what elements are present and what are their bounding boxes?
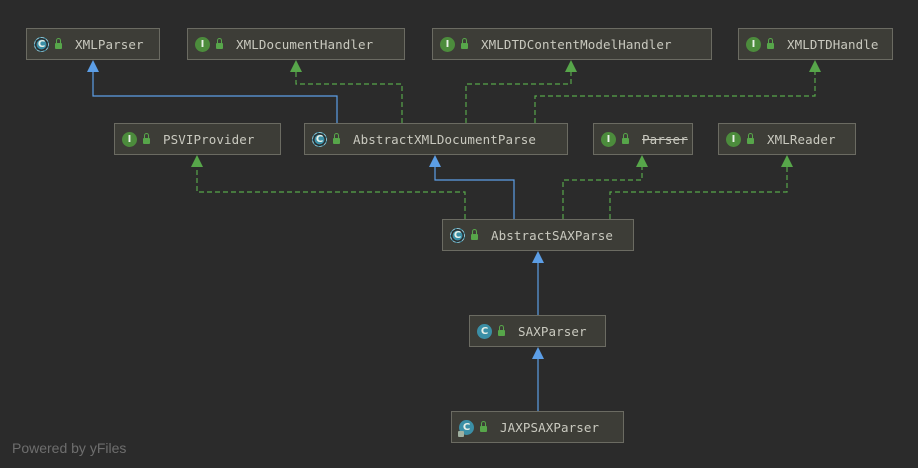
node-label: XMLReader <box>767 131 836 147</box>
edge-line <box>196 166 466 219</box>
node-xmlparser[interactable]: C XMLParser <box>26 28 160 60</box>
interface-icon: I <box>440 36 455 52</box>
edge-abstractxmldocumentparser-to-xmldtdhandler <box>534 60 821 123</box>
node-label: AbstractXMLDocumentParse <box>353 131 537 147</box>
edge-line <box>562 166 643 219</box>
arrowhead <box>429 155 441 167</box>
arrowhead <box>532 347 544 359</box>
interface-icon: I <box>726 131 741 147</box>
edge-line <box>534 71 816 123</box>
abstract-class-icon: C <box>450 227 465 243</box>
edge-saxparser-to-abstractsaxparser <box>532 251 544 315</box>
class-icon: C <box>458 419 474 437</box>
node-label: XMLDTDContentModelHandler <box>481 36 672 52</box>
node-label: XMLDocumentHandler <box>236 36 374 52</box>
node-label: AbstractSAXParse <box>491 227 614 243</box>
public-lock-icon <box>55 38 62 49</box>
node-label: SAXParser <box>518 323 587 339</box>
node-abstractxmldocumentparser[interactable]: C AbstractXMLDocumentParse <box>304 123 568 155</box>
arrowhead <box>290 60 302 72</box>
arrowhead <box>87 60 99 72</box>
interface-icon: I <box>122 131 137 147</box>
class-icon: C <box>477 323 492 339</box>
public-lock-icon <box>216 38 223 49</box>
node-saxparser[interactable]: C SAXParser <box>469 315 606 347</box>
node-label: PSVIProvider <box>163 131 255 147</box>
arrowhead <box>781 155 793 167</box>
public-lock-icon <box>480 421 487 432</box>
edge-line <box>434 166 515 219</box>
node-xmldocumenthandler[interactable]: I XMLDocumentHandler <box>187 28 405 60</box>
node-parser[interactable]: I Parser <box>593 123 693 155</box>
interface-icon: I <box>195 36 210 52</box>
public-lock-icon <box>143 133 150 144</box>
public-lock-icon <box>498 325 505 336</box>
public-lock-icon <box>767 38 774 49</box>
node-xmldtdcontentmodelhandler[interactable]: I XMLDTDContentModelHandler <box>432 28 712 60</box>
public-lock-icon <box>471 229 478 240</box>
node-xmldtdhandler[interactable]: I XMLDTDHandle <box>738 28 893 60</box>
public-lock-icon <box>622 133 629 144</box>
abstract-class-icon: C <box>312 131 327 147</box>
arrowhead <box>565 60 577 72</box>
public-lock-icon <box>747 133 754 144</box>
arrowhead <box>809 60 821 72</box>
static-marker-icon <box>458 430 464 437</box>
arrowhead <box>636 155 648 167</box>
edge-abstractsaxparser-to-psviprovider <box>191 155 466 219</box>
node-jaxpsaxparser[interactable]: C JAXPSAXParser <box>451 411 624 443</box>
node-label: JAXPSAXParser <box>500 419 600 435</box>
arrowhead <box>191 155 203 167</box>
arrowhead <box>532 251 544 263</box>
node-abstractsaxparser[interactable]: C AbstractSAXParse <box>442 219 634 251</box>
node-label: XMLDTDHandle <box>787 36 879 52</box>
edge-line <box>609 166 788 219</box>
public-lock-icon <box>333 133 340 144</box>
node-label: XMLParser <box>75 36 144 52</box>
edge-jaxpsaxparser-to-saxparser <box>532 347 544 411</box>
interface-icon: I <box>746 36 761 52</box>
node-xmlreader[interactable]: I XMLReader <box>718 123 856 155</box>
edge-line <box>92 71 338 123</box>
public-lock-icon <box>461 38 468 49</box>
edge-abstractsaxparser-to-abstractxmldocumentparser <box>429 155 515 219</box>
edge-line <box>465 71 572 123</box>
edge-line <box>295 71 403 123</box>
abstract-class-icon: C <box>34 36 49 52</box>
edge-abstractsaxparser-to-parser <box>562 155 648 219</box>
watermark: Powered by yFiles <box>12 440 127 456</box>
interface-icon: I <box>601 131 616 147</box>
edge-abstractxmldocumentparser-to-xmldocumenthandler <box>290 60 403 123</box>
node-psviprovider[interactable]: I PSVIProvider <box>114 123 281 155</box>
node-label: Parser <box>642 131 688 147</box>
edge-abstractxmldocumentparser-to-xmldtdcontentmodelhandler <box>465 60 577 123</box>
